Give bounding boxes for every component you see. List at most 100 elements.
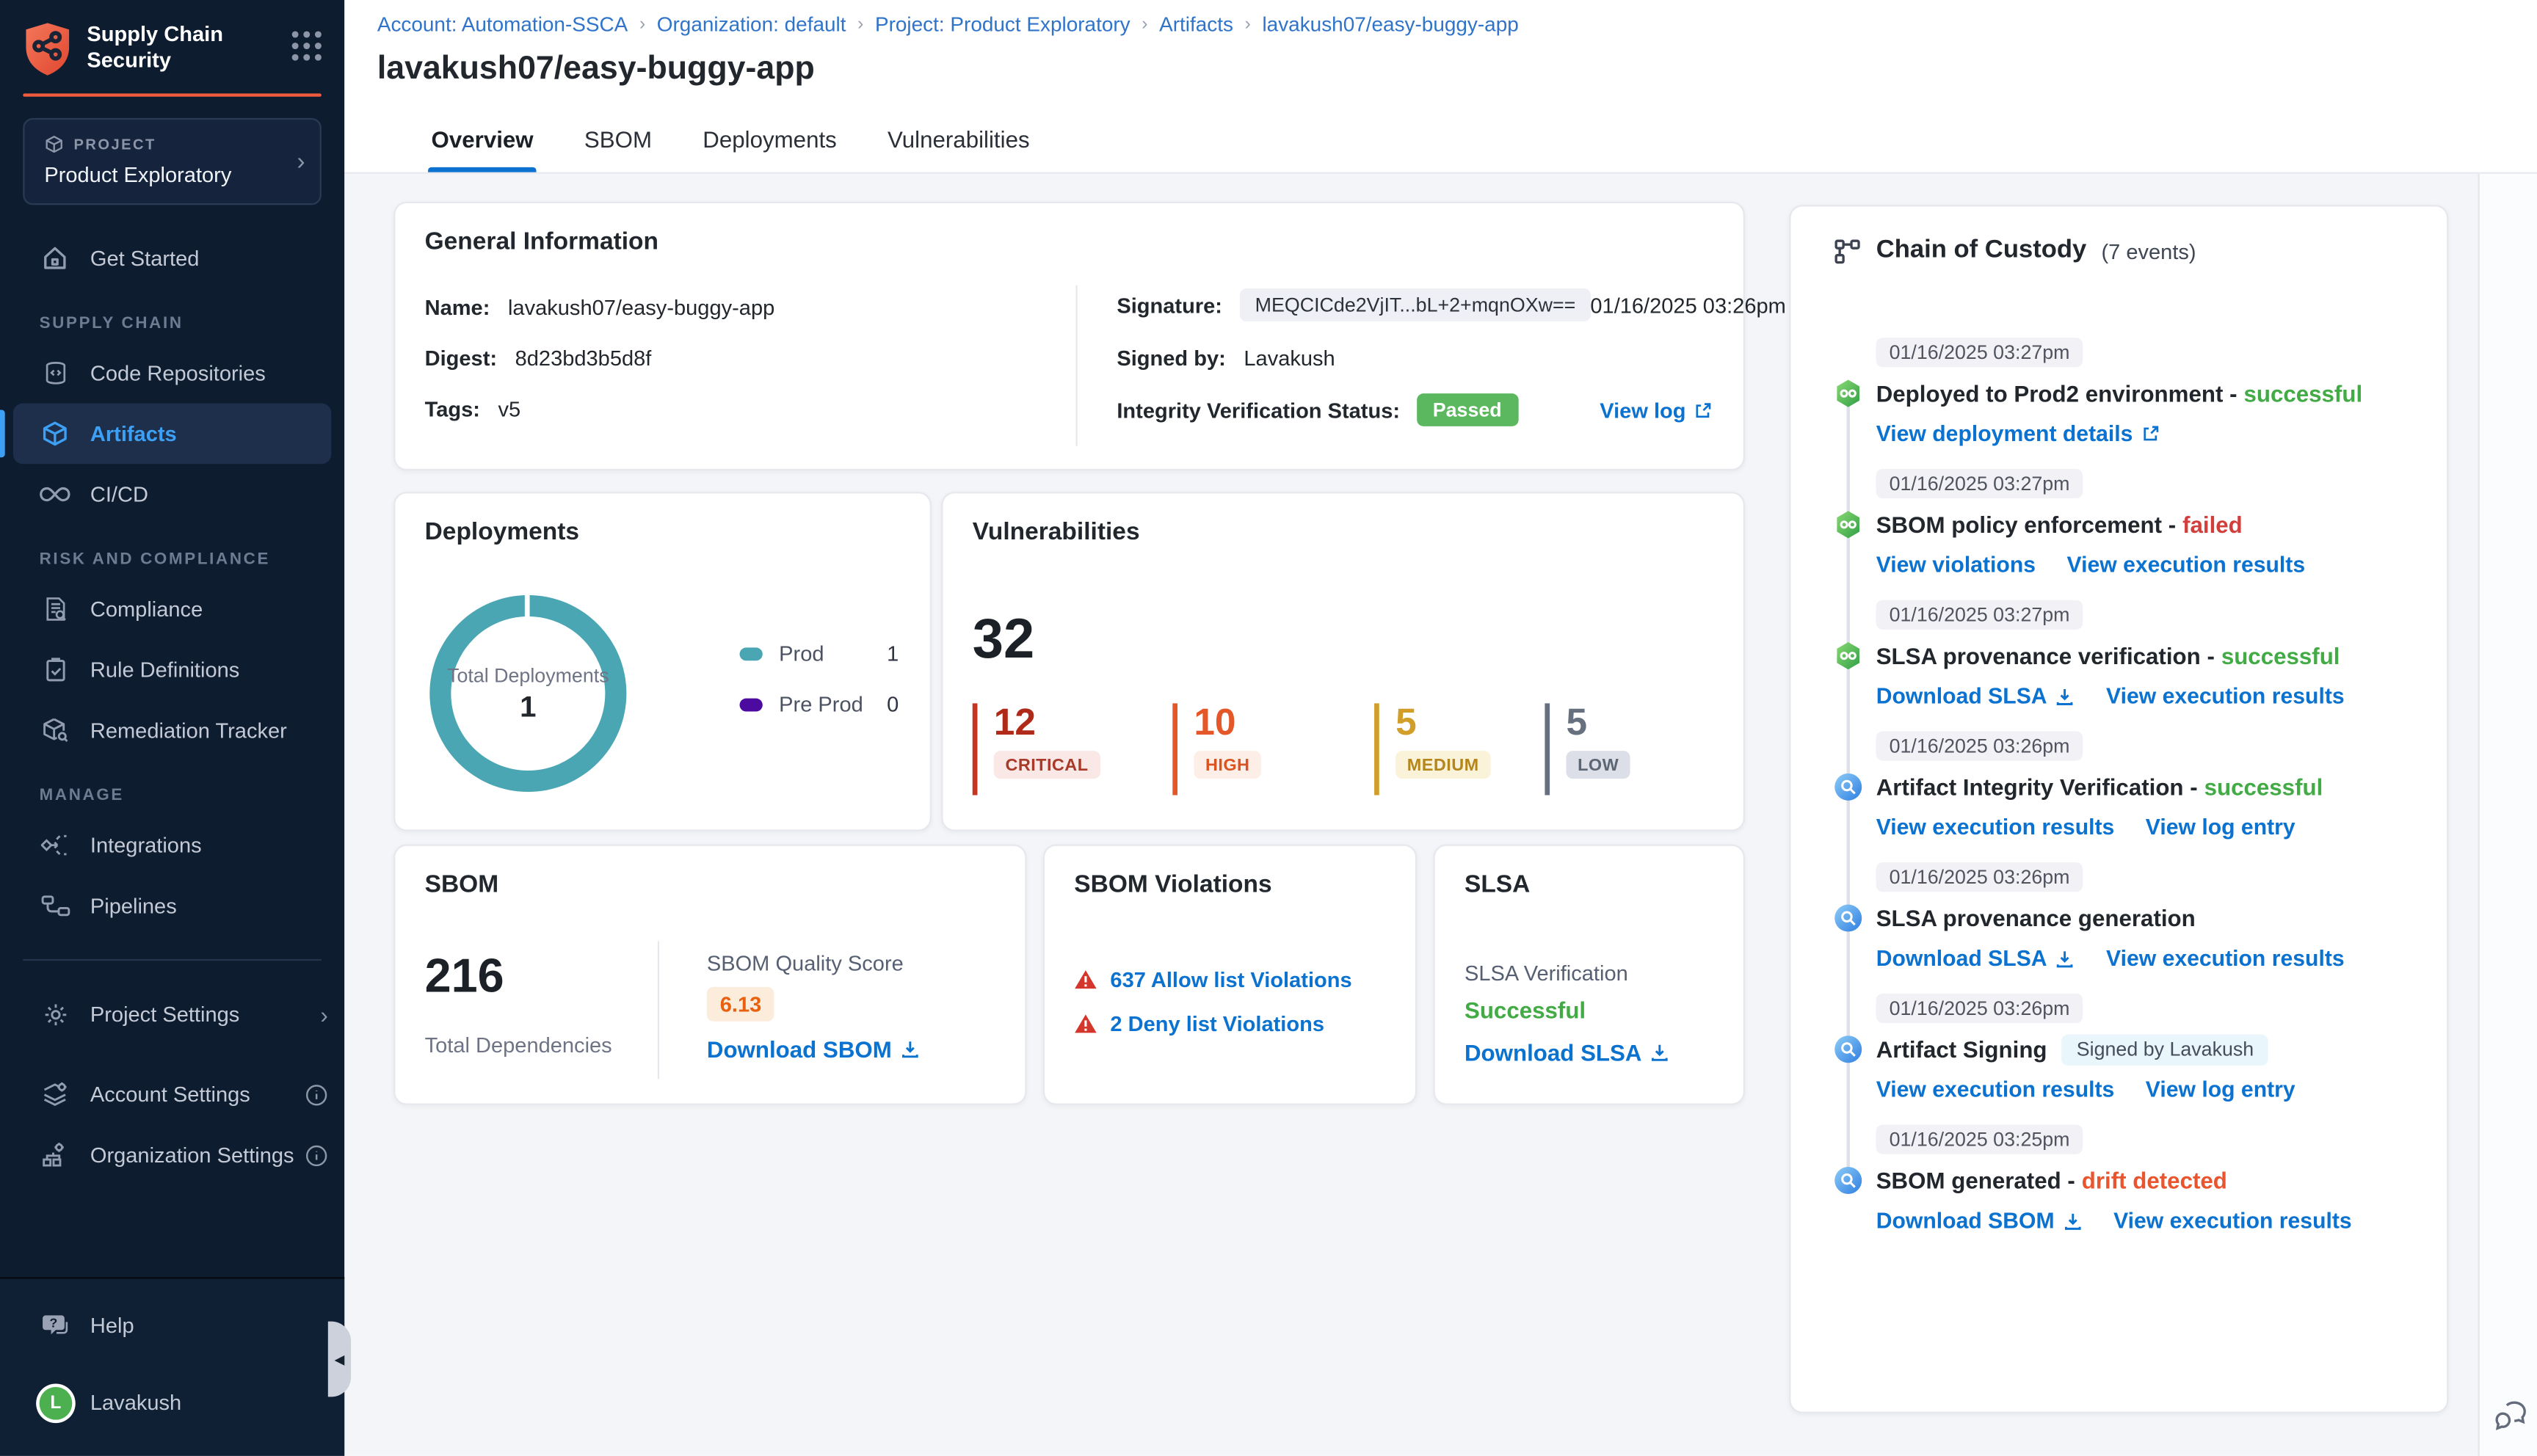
sidebar-item-ci-cd[interactable]: CI/CD — [0, 464, 344, 525]
sidebar-item-project-settings[interactable]: Project Settings › — [0, 983, 344, 1044]
info-icon[interactable] — [305, 1083, 328, 1106]
link-label: View execution results — [2066, 552, 2306, 578]
event-name: Artifact Integrity Verification — [1876, 774, 2184, 801]
breadcrumb-link[interactable]: Artifacts — [1159, 13, 1233, 36]
tab-overview[interactable]: Overview — [428, 113, 537, 172]
slsa-card: SLSA SLSA Verification Successful Downlo… — [1433, 844, 1745, 1105]
sidebar-item-integrations[interactable]: Integrations — [0, 815, 344, 876]
sidebar-item-account-settings[interactable]: Account Settings — [0, 1064, 344, 1125]
download-icon — [1650, 1043, 1670, 1063]
avatar: L — [39, 1386, 73, 1419]
card-title: SBOM Violations — [1074, 870, 1272, 899]
download-icon — [2063, 1211, 2083, 1231]
severity-label: LOW — [1566, 751, 1630, 779]
sidebar-item-label: Project Settings — [90, 1001, 240, 1027]
sidebar-item-remediation-tracker[interactable]: Remediation Tracker — [0, 700, 344, 761]
view-execution-results-link[interactable]: View execution results — [2067, 553, 2306, 578]
sidebar-footer: ? Help L Lavakush — [0, 1277, 345, 1456]
user-menu[interactable]: L Lavakush — [0, 1372, 344, 1433]
link-label: Download SLSA — [1876, 946, 2047, 971]
sidebar-item-artifacts[interactable]: Artifacts — [0, 403, 332, 465]
legend-value: 0 — [887, 691, 899, 717]
sidebar-item-label: Get Started — [90, 246, 200, 271]
violation-link[interactable]: 637 Allow list Violations — [1110, 967, 1351, 992]
view-log-entry-link[interactable]: View log entry — [2146, 815, 2295, 840]
tab-deployments[interactable]: Deployments — [700, 113, 840, 172]
feedback-chat-icon[interactable] — [2493, 1400, 2529, 1433]
event-title: SLSA provenance verification - successful — [1876, 639, 2421, 672]
download-sbom-link[interactable]: Download SBOM — [707, 1036, 920, 1063]
warning-triangle-icon — [1074, 969, 1097, 990]
external-link-icon — [2141, 425, 2160, 443]
event-name: SLSA provenance verification — [1876, 642, 2201, 669]
download-slsa-link[interactable]: Download SLSA — [1876, 946, 2075, 971]
link-label: View execution results — [2106, 683, 2345, 709]
scan-step-icon — [1834, 1035, 1863, 1064]
view-log-entry-link[interactable]: View log entry — [2146, 1077, 2295, 1102]
active-indicator — [0, 410, 5, 458]
link-label: View violations — [1876, 552, 2036, 578]
link-label: View execution results — [1876, 815, 2115, 840]
download-sbom-link[interactable]: Download SBOM — [1876, 1208, 2083, 1233]
chevron-right-icon: › — [320, 1000, 328, 1027]
tab-vulnerabilities[interactable]: Vulnerabilities — [885, 113, 1033, 172]
chain-events-count: (7 events) — [2101, 239, 2196, 263]
event-links: Download SBOM View execution results — [1876, 1208, 2421, 1233]
info-icon[interactable] — [305, 1143, 328, 1166]
sidebar-collapse-button[interactable]: ◀ — [327, 1321, 352, 1397]
download-icon — [2055, 686, 2075, 706]
legend-label: Pre Prod — [779, 691, 863, 717]
sidebar-item-help[interactable]: ? Help — [0, 1295, 344, 1356]
project-selector[interactable]: PROJECT Product Exploratory › — [23, 117, 322, 205]
vulnerabilities-total: 32 — [972, 608, 1035, 671]
sidebar-item-pipelines[interactable]: Pipelines — [0, 876, 344, 936]
breadcrumb-link[interactable]: Account: Automation-SSCA — [377, 13, 628, 36]
event-timestamp: 01/16/2025 03:26pm — [1876, 862, 2083, 892]
chain-title: Chain of Custody — [1876, 236, 2087, 264]
severity-count: 10 — [1194, 699, 1236, 743]
view-execution-results-link[interactable]: View execution results — [2106, 684, 2345, 709]
donut-center-value: 1 — [520, 690, 537, 724]
view-deployment-details-link[interactable]: View deployment details — [1876, 421, 2160, 446]
view-log-link[interactable]: View log — [1600, 398, 1712, 422]
supply-chain-security-logo-icon — [23, 21, 72, 77]
breadcrumb-link[interactable]: Organization: default — [657, 13, 846, 36]
view-execution-results-link[interactable]: View execution results — [2113, 1208, 2352, 1233]
event-title: SBOM policy enforcement - failed — [1876, 509, 2421, 542]
sidebar-item-code-repositories[interactable]: Code Repositories — [0, 343, 344, 404]
view-execution-results-link[interactable]: View execution results — [2106, 946, 2345, 971]
sidebar-item-label: Artifacts — [90, 421, 177, 446]
breadcrumb-link[interactable]: lavakush07/easy-buggy-app — [1262, 13, 1518, 36]
pipeline-stage-icon — [1834, 510, 1863, 539]
integrity-row: Integrity Verification Status: Passed Vi… — [1117, 393, 1712, 426]
sidebar-item-get-started[interactable]: Get Started — [0, 228, 344, 289]
event-status-dash: - — [2223, 380, 2237, 407]
signed-by-value: Lavakush — [1244, 346, 1335, 371]
event-name: SLSA provenance generation — [1876, 905, 2196, 931]
card-title: Deployments — [424, 517, 580, 546]
event-name: SBOM generated — [1876, 1167, 2061, 1194]
event-status-dash: - — [2183, 774, 2198, 801]
breadcrumb-link[interactable]: Project: Product Exploratory — [875, 13, 1130, 36]
view-violations-link[interactable]: View violations — [1876, 553, 2036, 578]
sidebar-item-rule-definitions[interactable]: Rule Definitions — [0, 639, 344, 700]
legend-dot — [739, 647, 763, 660]
severity-count: 5 — [1566, 699, 1588, 743]
sidebar-item-organization-settings[interactable]: Organization Settings — [0, 1125, 344, 1186]
view-execution-results-link[interactable]: View execution results — [1876, 815, 2115, 840]
slsa-verification-status: Successful — [1464, 997, 1586, 1024]
sidebar-item-compliance[interactable]: Compliance — [0, 579, 344, 640]
layers-gear-icon — [40, 1080, 70, 1109]
link-label: View execution results — [2106, 946, 2345, 971]
event-title: Deployed to Prod2 environment - successfu… — [1876, 377, 2421, 410]
tab-sbom[interactable]: SBOM — [581, 113, 655, 172]
chain-of-custody-header: Chain of Custody (7 events) — [1834, 236, 2196, 266]
download-slsa-link[interactable]: Download SLSA — [1876, 684, 2075, 708]
download-slsa-link[interactable]: Download SLSA — [1465, 1039, 1670, 1066]
chain-of-custody-icon — [1834, 237, 1862, 265]
app-switcher-icon[interactable] — [291, 31, 322, 61]
view-execution-results-link[interactable]: View execution results — [1876, 1077, 2115, 1102]
event-title: SBOM generated - drift detected — [1876, 1164, 2421, 1197]
event-status: successful — [2243, 380, 2363, 407]
violation-link[interactable]: 2 Deny list Violations — [1110, 1011, 1324, 1036]
